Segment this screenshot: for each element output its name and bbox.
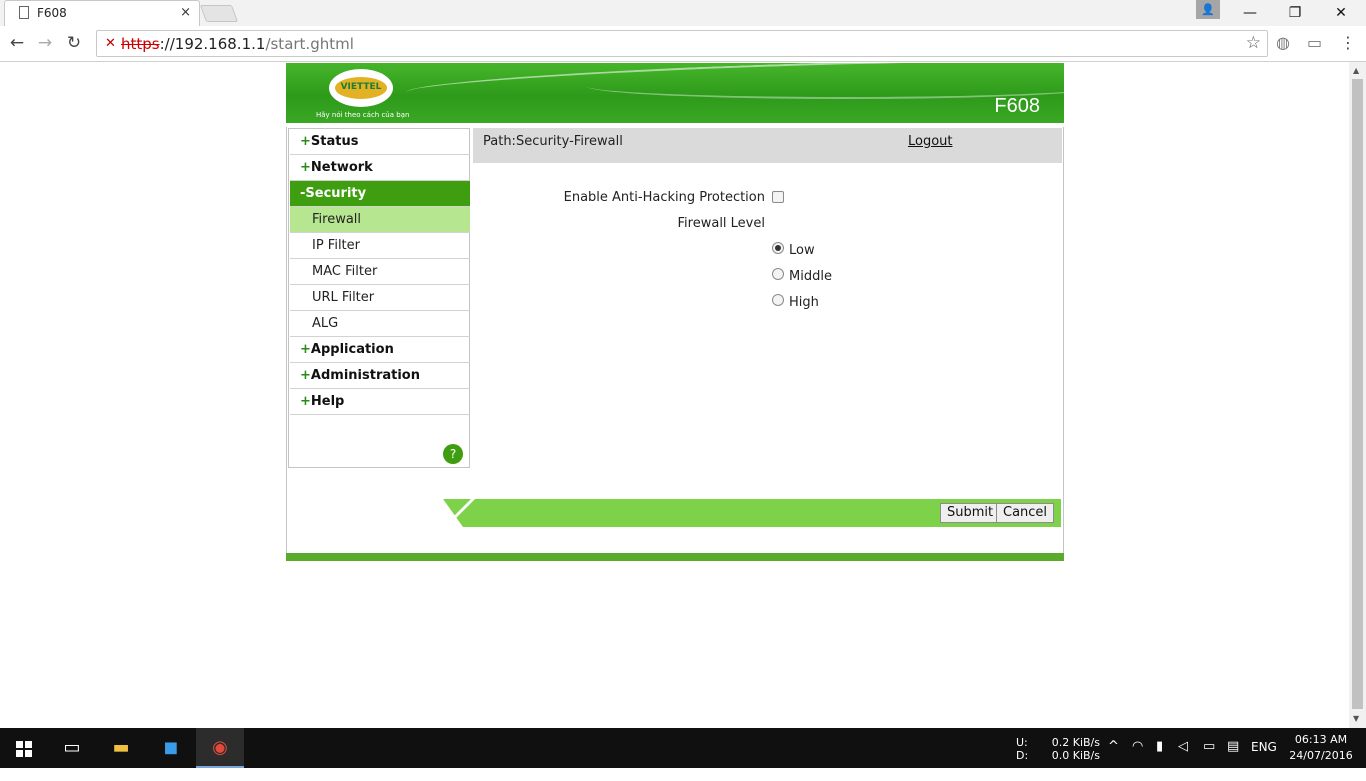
firewall-settings: Enable Anti-Hacking Protection Firewall … <box>473 163 1062 483</box>
firewall-level-middle-radio[interactable] <box>772 268 784 280</box>
task-view-icon[interactable]: ▭ <box>48 728 96 768</box>
path-bar: Path:Security-Firewall Logout <box>473 128 1062 163</box>
insecure-lock-icon[interactable]: ✕ <box>105 36 116 51</box>
clock[interactable]: 06:13 AM 24/07/2016 <box>1288 733 1354 773</box>
menu-item-application[interactable]: +Application <box>290 337 470 363</box>
scrollbar-thumb[interactable] <box>1352 79 1363 709</box>
anti-hacking-checkbox[interactable] <box>772 191 784 203</box>
url-host: ://192.168.1.1 <box>159 35 266 53</box>
back-button[interactable]: ← <box>6 32 28 54</box>
extension-globe-icon[interactable]: ◍ <box>1276 33 1290 52</box>
url-path: /start.ghtml <box>265 35 354 53</box>
minimize-button[interactable]: — <box>1227 0 1273 26</box>
menu-item-network[interactable]: +Network <box>290 155 470 181</box>
scroll-up-icon[interactable]: ▲ <box>1353 66 1359 75</box>
anti-hacking-label: Enable Anti-Hacking Protection <box>563 190 765 205</box>
url-protocol: https <box>121 35 160 53</box>
menu-item-security[interactable]: -Security <box>290 181 470 207</box>
menu-item-administration[interactable]: +Administration <box>290 363 470 389</box>
submenu-item-firewall[interactable]: Firewall <box>290 207 470 233</box>
net-monitor-values: 0.2 KiB/s 0.0 KiB/s <box>1051 736 1100 762</box>
show-hidden-icons-chevron-icon[interactable]: ^ <box>1108 740 1119 780</box>
help-icon[interactable]: ? <box>443 444 463 464</box>
browser-toolbar: ← → ↻ ✕ https://192.168.1.1/start.ghtml … <box>0 26 1366 62</box>
clock-time: 06:13 AM <box>1294 733 1348 746</box>
header-banner: VIETTEL Hãy nói theo cách của bạn F608 <box>286 63 1064 123</box>
url-text: https://192.168.1.1/start.ghtml <box>121 35 354 53</box>
bookmark-star-icon[interactable]: ☆ <box>1246 33 1261 53</box>
tab-close-icon[interactable]: × <box>180 5 191 20</box>
usb-icon[interactable]: ▮ <box>1156 740 1163 780</box>
wifi-icon[interactable]: ◠ <box>1132 740 1143 780</box>
breadcrumb: Path:Security-Firewall <box>483 134 623 149</box>
submenu-item-alg[interactable]: ALG <box>290 311 470 337</box>
submenu-item-mac-filter[interactable]: MAC Filter <box>290 259 470 285</box>
restore-button[interactable]: ❐ <box>1272 0 1318 26</box>
net-monitor-labels: U: D: <box>1016 736 1029 762</box>
logo-text: VIETTEL <box>340 82 382 92</box>
device-model: F608 <box>994 95 1040 117</box>
submenu-item-ip-filter[interactable]: IP Filter <box>290 233 470 259</box>
submit-button[interactable]: Submit <box>940 503 1001 523</box>
windows-start-icon[interactable] <box>16 741 32 757</box>
forward-button[interactable]: → <box>34 32 56 54</box>
window-close-button[interactable]: ✕ <box>1318 0 1364 26</box>
firewall-level-high-radio[interactable] <box>772 294 784 306</box>
menu-item-help[interactable]: +Help <box>290 389 470 415</box>
page-icon <box>19 6 29 19</box>
firewall-level-middle-label: Middle <box>789 269 832 284</box>
viettel-logo: VIETTEL <box>329 69 393 107</box>
submenu-item-url-filter[interactable]: URL Filter <box>290 285 470 311</box>
new-tab-button[interactable] <box>199 5 239 22</box>
firewall-level-label: Firewall Level <box>677 216 765 231</box>
cancel-button[interactable]: Cancel <box>996 503 1055 523</box>
browser-menu-icon[interactable]: ⋮ <box>1340 33 1356 52</box>
slogan: Hãy nói theo cách của bạn <box>316 111 410 119</box>
chrome-icon[interactable]: ◉ <box>196 728 244 768</box>
clock-date: 24/07/2016 <box>1289 749 1353 762</box>
firewall-level-low-label: Low <box>789 243 815 258</box>
browser-tab[interactable]: F608 × <box>4 0 200 26</box>
address-bar[interactable]: ✕ https://192.168.1.1/start.ghtml ☆ <box>96 30 1268 57</box>
action-center-icon[interactable]: ▤ <box>1227 740 1239 780</box>
browser-tab-bar: F608 × 👤 — ❐ ✕ <box>0 0 1366 26</box>
file-explorer-icon[interactable]: ▬ <box>97 728 145 768</box>
page-scrollbar[interactable]: ▲ ▼ <box>1349 62 1366 728</box>
volume-icon[interactable]: ◁ <box>1178 740 1188 780</box>
windows-taskbar: ▭ ▬ ◼ ◉ U: D: 0.2 KiB/s 0.0 KiB/s ^ ◠ ▮ … <box>0 728 1366 768</box>
footer-line <box>286 553 1064 561</box>
firewall-level-low-radio[interactable] <box>772 242 784 254</box>
zalo-icon[interactable]: ◼ <box>147 728 195 768</box>
reload-button[interactable]: ↻ <box>63 32 85 54</box>
menu-item-status[interactable]: +Status <box>290 129 470 155</box>
cast-icon[interactable]: ▭ <box>1307 33 1322 52</box>
battery-icon[interactable]: ▭ <box>1203 740 1215 780</box>
sidebar-menu: +Status +Network -Security Firewall IP F… <box>288 128 470 468</box>
action-bar: Submit Cancel <box>439 499 1061 531</box>
logout-link[interactable]: Logout <box>908 134 953 149</box>
firewall-level-high-label: High <box>789 295 819 310</box>
scroll-down-icon[interactable]: ▼ <box>1353 714 1359 723</box>
user-profile-icon[interactable]: 👤 <box>1196 0 1220 19</box>
language-indicator[interactable]: ENG <box>1251 741 1277 781</box>
tab-title: F608 <box>37 6 67 20</box>
